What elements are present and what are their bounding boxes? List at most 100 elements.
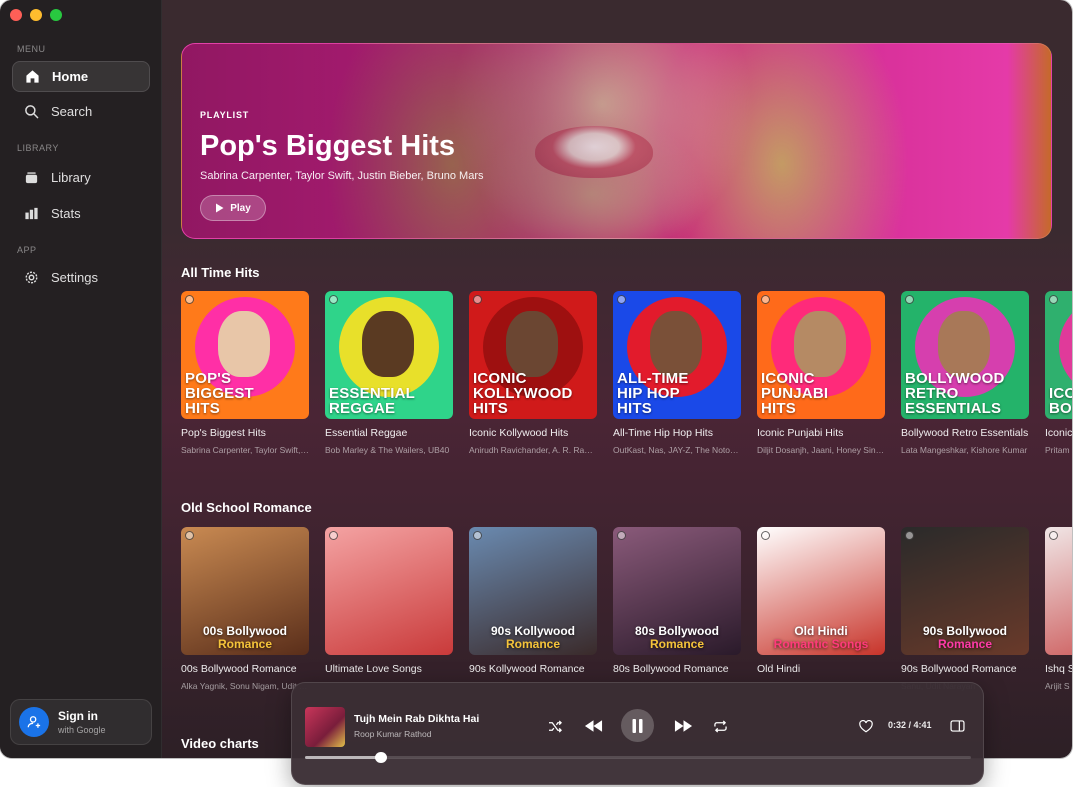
playlist-card[interactable]: 90s Bollywood Romance 90s Bollywood Roma… [901,527,1029,691]
playback-time: 0:32 / 4:41 [888,720,932,730]
playlist-name: Essential Reggae [325,427,408,439]
sidebar-item-settings[interactable]: Settings [12,262,150,293]
playlist-card[interactable]: 90s Kollywood Romance 90s Kollywood Roma… [469,527,597,691]
playlist-artists: Anirudh Ravichander, A. R. Rahman [469,445,597,455]
playlist-badge-icon [761,295,770,304]
playlist-artists: Alka Yagnik, Sonu Nigam, Udit Narayan [181,681,309,691]
stats-icon [25,207,38,220]
playlist-card[interactable]: ESSENTIAL REGGAE Essential Reggae Bob Ma… [325,291,453,455]
playlist-card[interactable]: Ultimate Love Songs [325,527,453,691]
hero-play-button[interactable]: Play [200,195,266,221]
playlist-art-text: ICONIC PUNJABI HITS [761,370,829,417]
sidebar-item-home[interactable]: Home [12,61,150,92]
playlist-artwork: 00s Bollywood Romance [181,527,309,655]
sidebar-item-stats[interactable]: Stats [12,198,150,229]
zoom-window-button[interactable] [50,9,62,21]
playlist-card[interactable]: POP'S BIGGEST HITS Pop's Biggest Hits Sa… [181,291,309,455]
playlist-art-line2: Romance [649,637,705,651]
next-button[interactable] [672,717,694,735]
playlist-card[interactable]: ICONIC KOLLYWOOD HITS Iconic Kollywood H… [469,291,597,455]
playlist-artwork [325,527,453,655]
sidebar-section-menu: MENU [17,44,46,54]
sidebar-item-label: Search [51,104,93,119]
library-icon [25,172,38,184]
playlist-art-line1: Old Hindi [794,624,848,638]
playlist-artists: Lata Mangeshkar, Kishore Kumar [901,445,1028,455]
playlist-artwork: Old Hindi Romantic Songs [757,527,885,655]
playlist-card[interactable]: Old Hindi Romantic Songs Old Hindi [757,527,885,691]
playlist-artwork: 90s Bollywood Romance [901,527,1029,655]
gear-icon [25,271,38,284]
close-window-button[interactable] [10,9,22,21]
playlist-card[interactable]: 80s Bollywood Romance 80s Bollywood Roma… [613,527,741,691]
seek-bar[interactable] [305,752,971,763]
sidebar-item-library[interactable]: Library [12,162,150,193]
playlist-badge-icon [185,295,194,304]
playlist-name: Iconic Kollywood Hits [469,427,569,439]
hero-title: Pop's Biggest Hits [200,130,456,162]
sidebar-item-label: Stats [51,206,81,221]
playlist-artists: Diljit Dosanjh, Jaani, Honey Singh [757,445,885,455]
playlist-art-text: POP'S BIGGEST HITS [185,370,254,417]
playlist-badge-icon [185,531,194,540]
playlist-card[interactable]: ICONIC PUNJABI HITS Iconic Punjabi Hits … [757,291,885,455]
playlist-card[interactable]: BOLLYWOOD RETRO ESSENTIALS Bollywood Ret… [901,291,1029,455]
playlist-name: 90s Kollywood Romance [469,663,585,675]
playlist-badge-icon [617,531,626,540]
playlist-artists: Pritam [1045,445,1070,455]
playlist-artwork: ICONIC KOLLYWOOD HITS [469,291,597,419]
sidebar: MENU Home Search LIBRARY Library Stats A… [0,0,162,758]
playlist-name: Pop's Biggest Hits [181,427,266,439]
repeat-button[interactable] [711,717,729,735]
playlist-name: Old Hindi [757,663,801,675]
playlist-badge-icon [617,295,626,304]
seek-handle[interactable] [375,752,387,763]
repeat-icon [713,719,727,733]
playlist-art-text: BOLLYWOOD RETRO ESSENTIALS [905,370,1005,417]
playlist-artists: Sabrina Carpenter, Taylor Swift, Justin … [181,445,309,455]
playlist-artwork: ICONIC PUNJABI HITS [757,291,885,419]
playlist-badge-icon [329,295,338,304]
playlist-card[interactable]: 00s Bollywood Romance 00s Bollywood Roma… [181,527,309,691]
playlist-art-line2: Romance [937,637,993,651]
hero-kicker: PLAYLIST [200,110,250,120]
pause-button[interactable] [621,709,654,742]
sidebar-item-label: Settings [51,270,98,285]
playlist-artwork: POP'S BIGGEST HITS [181,291,309,419]
playlist-artwork [1045,527,1072,655]
playlist-card[interactable]: ALL-TIME HIP HOP HITS All-Time Hip Hop H… [613,291,741,455]
playlist-art-line1: 80s Bollywood [634,624,720,638]
pause-icon [632,718,643,733]
playlist-name: Iconic Punjabi Hits [757,427,844,439]
playlist-badge-icon [905,531,914,540]
now-playing-artwork[interactable] [305,707,345,747]
shuffle-button[interactable] [546,717,564,735]
playlist-badge-icon [1049,531,1058,540]
play-label: Play [230,202,251,214]
hero-banner[interactable]: PLAYLIST Pop's Biggest Hits Sabrina Carp… [181,43,1052,239]
playlist-artists: Arijit S [1045,681,1070,691]
playlist-artwork: 80s Bollywood Romance [613,527,741,655]
like-button[interactable] [857,717,875,735]
sidebar-item-label: Home [52,69,89,84]
sign-in-title: Sign in [58,709,98,723]
toggle-side-panel-button[interactable] [948,717,966,735]
playlist-artwork: ALL-TIME HIP HOP HITS [613,291,741,419]
playlist-card[interactable]: ICO BO Iconic Pritam [1045,291,1072,455]
window-controls [10,9,62,21]
playlist-badge-icon [473,531,482,540]
playlist-art-line2: Romantic Songs [773,637,869,651]
now-playing-bar: Tujh Mein Rab Dikhta Hai Roop Kumar Rath… [291,682,984,785]
playlist-artwork: ICO BO [1045,291,1072,419]
sidebar-panel-icon [949,720,965,732]
section-title-video-charts: Video charts [181,736,259,751]
playlist-badge-icon [905,295,914,304]
home-icon [26,70,39,83]
previous-button[interactable] [582,717,604,735]
playlist-art-line1: 90s Bollywood [922,624,1008,638]
minimize-window-button[interactable] [30,9,42,21]
sign-in-button[interactable]: Sign in with Google [10,699,152,745]
playlist-card[interactable]: Ishq S Arijit S [1045,527,1072,691]
sidebar-item-search[interactable]: Search [12,96,150,127]
all-time-hits-row: POP'S BIGGEST HITS Pop's Biggest Hits Sa… [181,291,1072,455]
